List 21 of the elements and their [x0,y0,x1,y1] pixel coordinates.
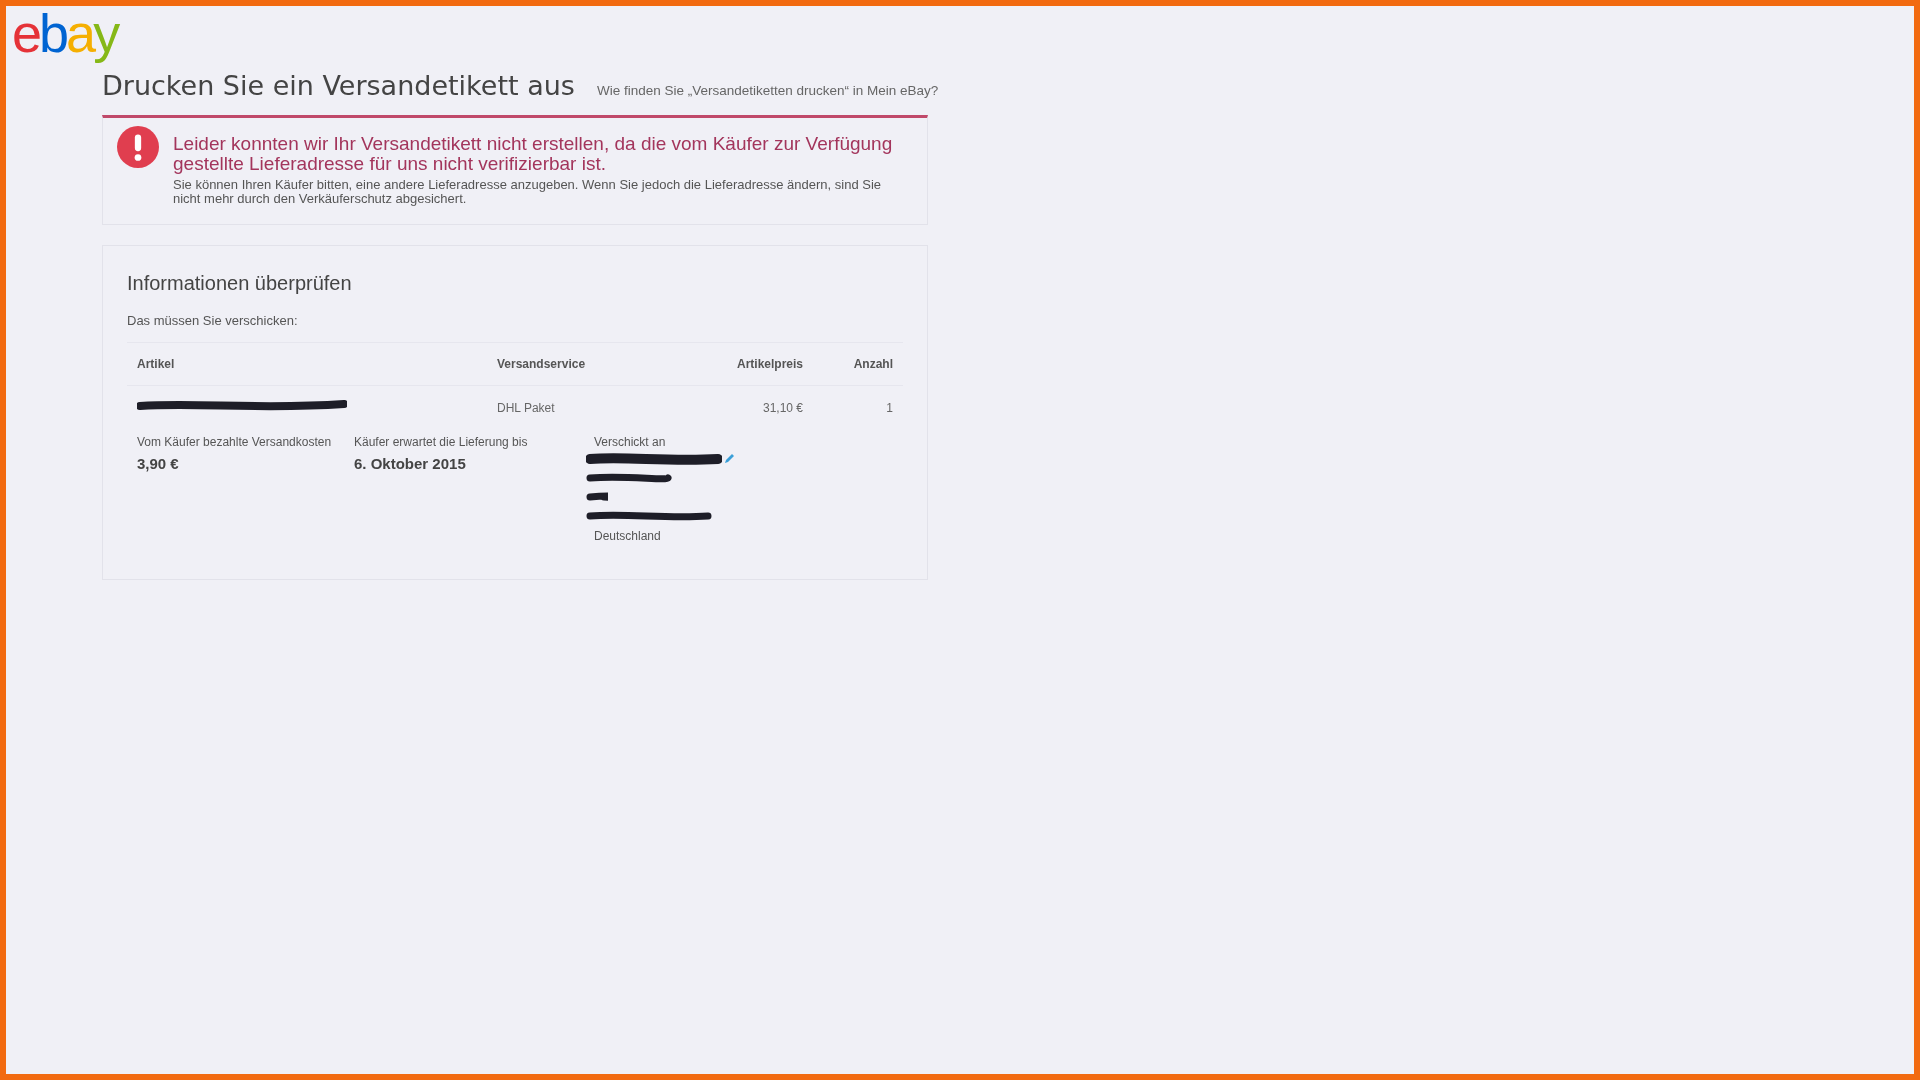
pencil-icon[interactable] [724,453,735,464]
section-subtitle: Das müssen Sie verschicken: [127,313,299,328]
column-header: Artikelpreis [657,342,813,386]
column-header: Artikel [127,342,487,386]
exclamation-icon [117,126,159,168]
column-header: Versandservice [487,342,657,386]
section-title: Informationen überprüfen [127,272,353,295]
help-link[interactable]: Wie finden Sie „Versandetiketten drucken“ in Mein eBay? [596,83,939,98]
field-label: Vom Käufer bezahlte Versandkosten [137,435,333,449]
alert-message: Sie können Ihren Käufer bitten, eine andere Lieferadresse anzugeben. Wenn Sie jedoch die Lieferadresse ändern, sind Sie nicht mehr durch den Verkäuferschutz abgesichert. [173,178,883,206]
alert-title: Leider konnten wir Ihr Versandetikett nicht erstellen, da die vom Käufer zur Verfügung gestellte Lieferadresse für uns nicht verifizierbar ist. [173,134,893,174]
table-cell: 31,10 € [762,400,803,415]
field-label: Käufer erwartet die Lieferung bis [354,435,529,449]
table-cell: DHL Paket [497,400,555,415]
field-value: 3,90 € [137,455,180,472]
table-cell: 1 [886,400,893,415]
page-title: Drucken Sie ein Versandetikett aus [102,70,575,101]
address-country: Deutschland [594,529,662,543]
field-label: Verschickt an [594,435,667,449]
field-value: 6. Oktober 2015 [354,455,467,472]
column-header: Anzahl [813,342,903,386]
